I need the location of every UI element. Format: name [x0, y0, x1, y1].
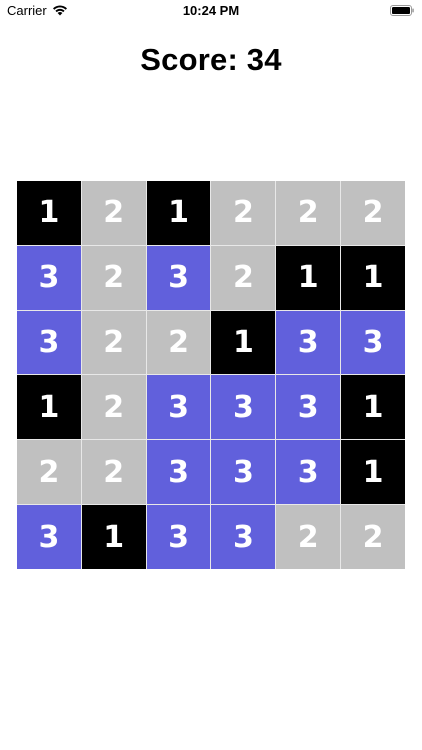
tile-r6-c6[interactable]: 2 [341, 505, 405, 569]
score-label: Score: 34 [140, 42, 282, 77]
tile-r5-c1[interactable]: 2 [17, 440, 81, 505]
tile-r3-c6[interactable]: 3 [341, 310, 405, 375]
battery-icon [390, 5, 414, 16]
tile-r3-c3[interactable]: 2 [146, 310, 211, 375]
tile-r2-c6[interactable]: 1 [341, 245, 405, 310]
tile-r4-c2[interactable]: 2 [81, 375, 146, 440]
tile-r1-c6[interactable]: 2 [341, 181, 405, 245]
game-board: 121222323211322133123331223331313322 [17, 181, 405, 569]
tile-r5-c3[interactable]: 3 [146, 440, 211, 505]
tile-r2-c3[interactable]: 3 [146, 245, 211, 310]
tile-r5-c5[interactable]: 3 [276, 440, 341, 505]
tile-r2-c2[interactable]: 2 [81, 245, 146, 310]
tile-r6-c1[interactable]: 3 [17, 505, 81, 569]
tile-r2-c1[interactable]: 3 [17, 245, 81, 310]
tile-r6-c3[interactable]: 3 [146, 505, 211, 569]
tile-r3-c4[interactable]: 1 [211, 310, 276, 375]
tile-r1-c5[interactable]: 2 [276, 181, 341, 245]
tile-r4-c6[interactable]: 1 [341, 375, 405, 440]
tile-r2-c4[interactable]: 2 [211, 245, 276, 310]
tile-r4-c4[interactable]: 3 [211, 375, 276, 440]
tile-r5-c4[interactable]: 3 [211, 440, 276, 505]
status-bar: Carrier 10:24 PM [0, 0, 422, 24]
tile-r1-c3[interactable]: 1 [146, 181, 211, 245]
tile-r3-c5[interactable]: 3 [276, 310, 341, 375]
tile-r4-c5[interactable]: 3 [276, 375, 341, 440]
tile-r5-c6[interactable]: 1 [341, 440, 405, 505]
status-time: 10:24 PM [182, 3, 240, 18]
tile-r2-c5[interactable]: 1 [276, 245, 341, 310]
tile-r1-c2[interactable]: 2 [81, 181, 146, 245]
tile-r1-c4[interactable]: 2 [211, 181, 276, 245]
tile-r6-c5[interactable]: 2 [276, 505, 341, 569]
tile-r4-c3[interactable]: 3 [146, 375, 211, 440]
tile-r5-c2[interactable]: 2 [81, 440, 146, 505]
tile-r1-c1[interactable]: 1 [17, 181, 81, 245]
tile-r4-c1[interactable]: 1 [17, 375, 81, 440]
tile-r3-c2[interactable]: 2 [81, 310, 146, 375]
tile-r6-c4[interactable]: 3 [211, 505, 276, 569]
tile-r3-c1[interactable]: 3 [17, 310, 81, 375]
tile-r6-c2[interactable]: 1 [81, 505, 146, 569]
